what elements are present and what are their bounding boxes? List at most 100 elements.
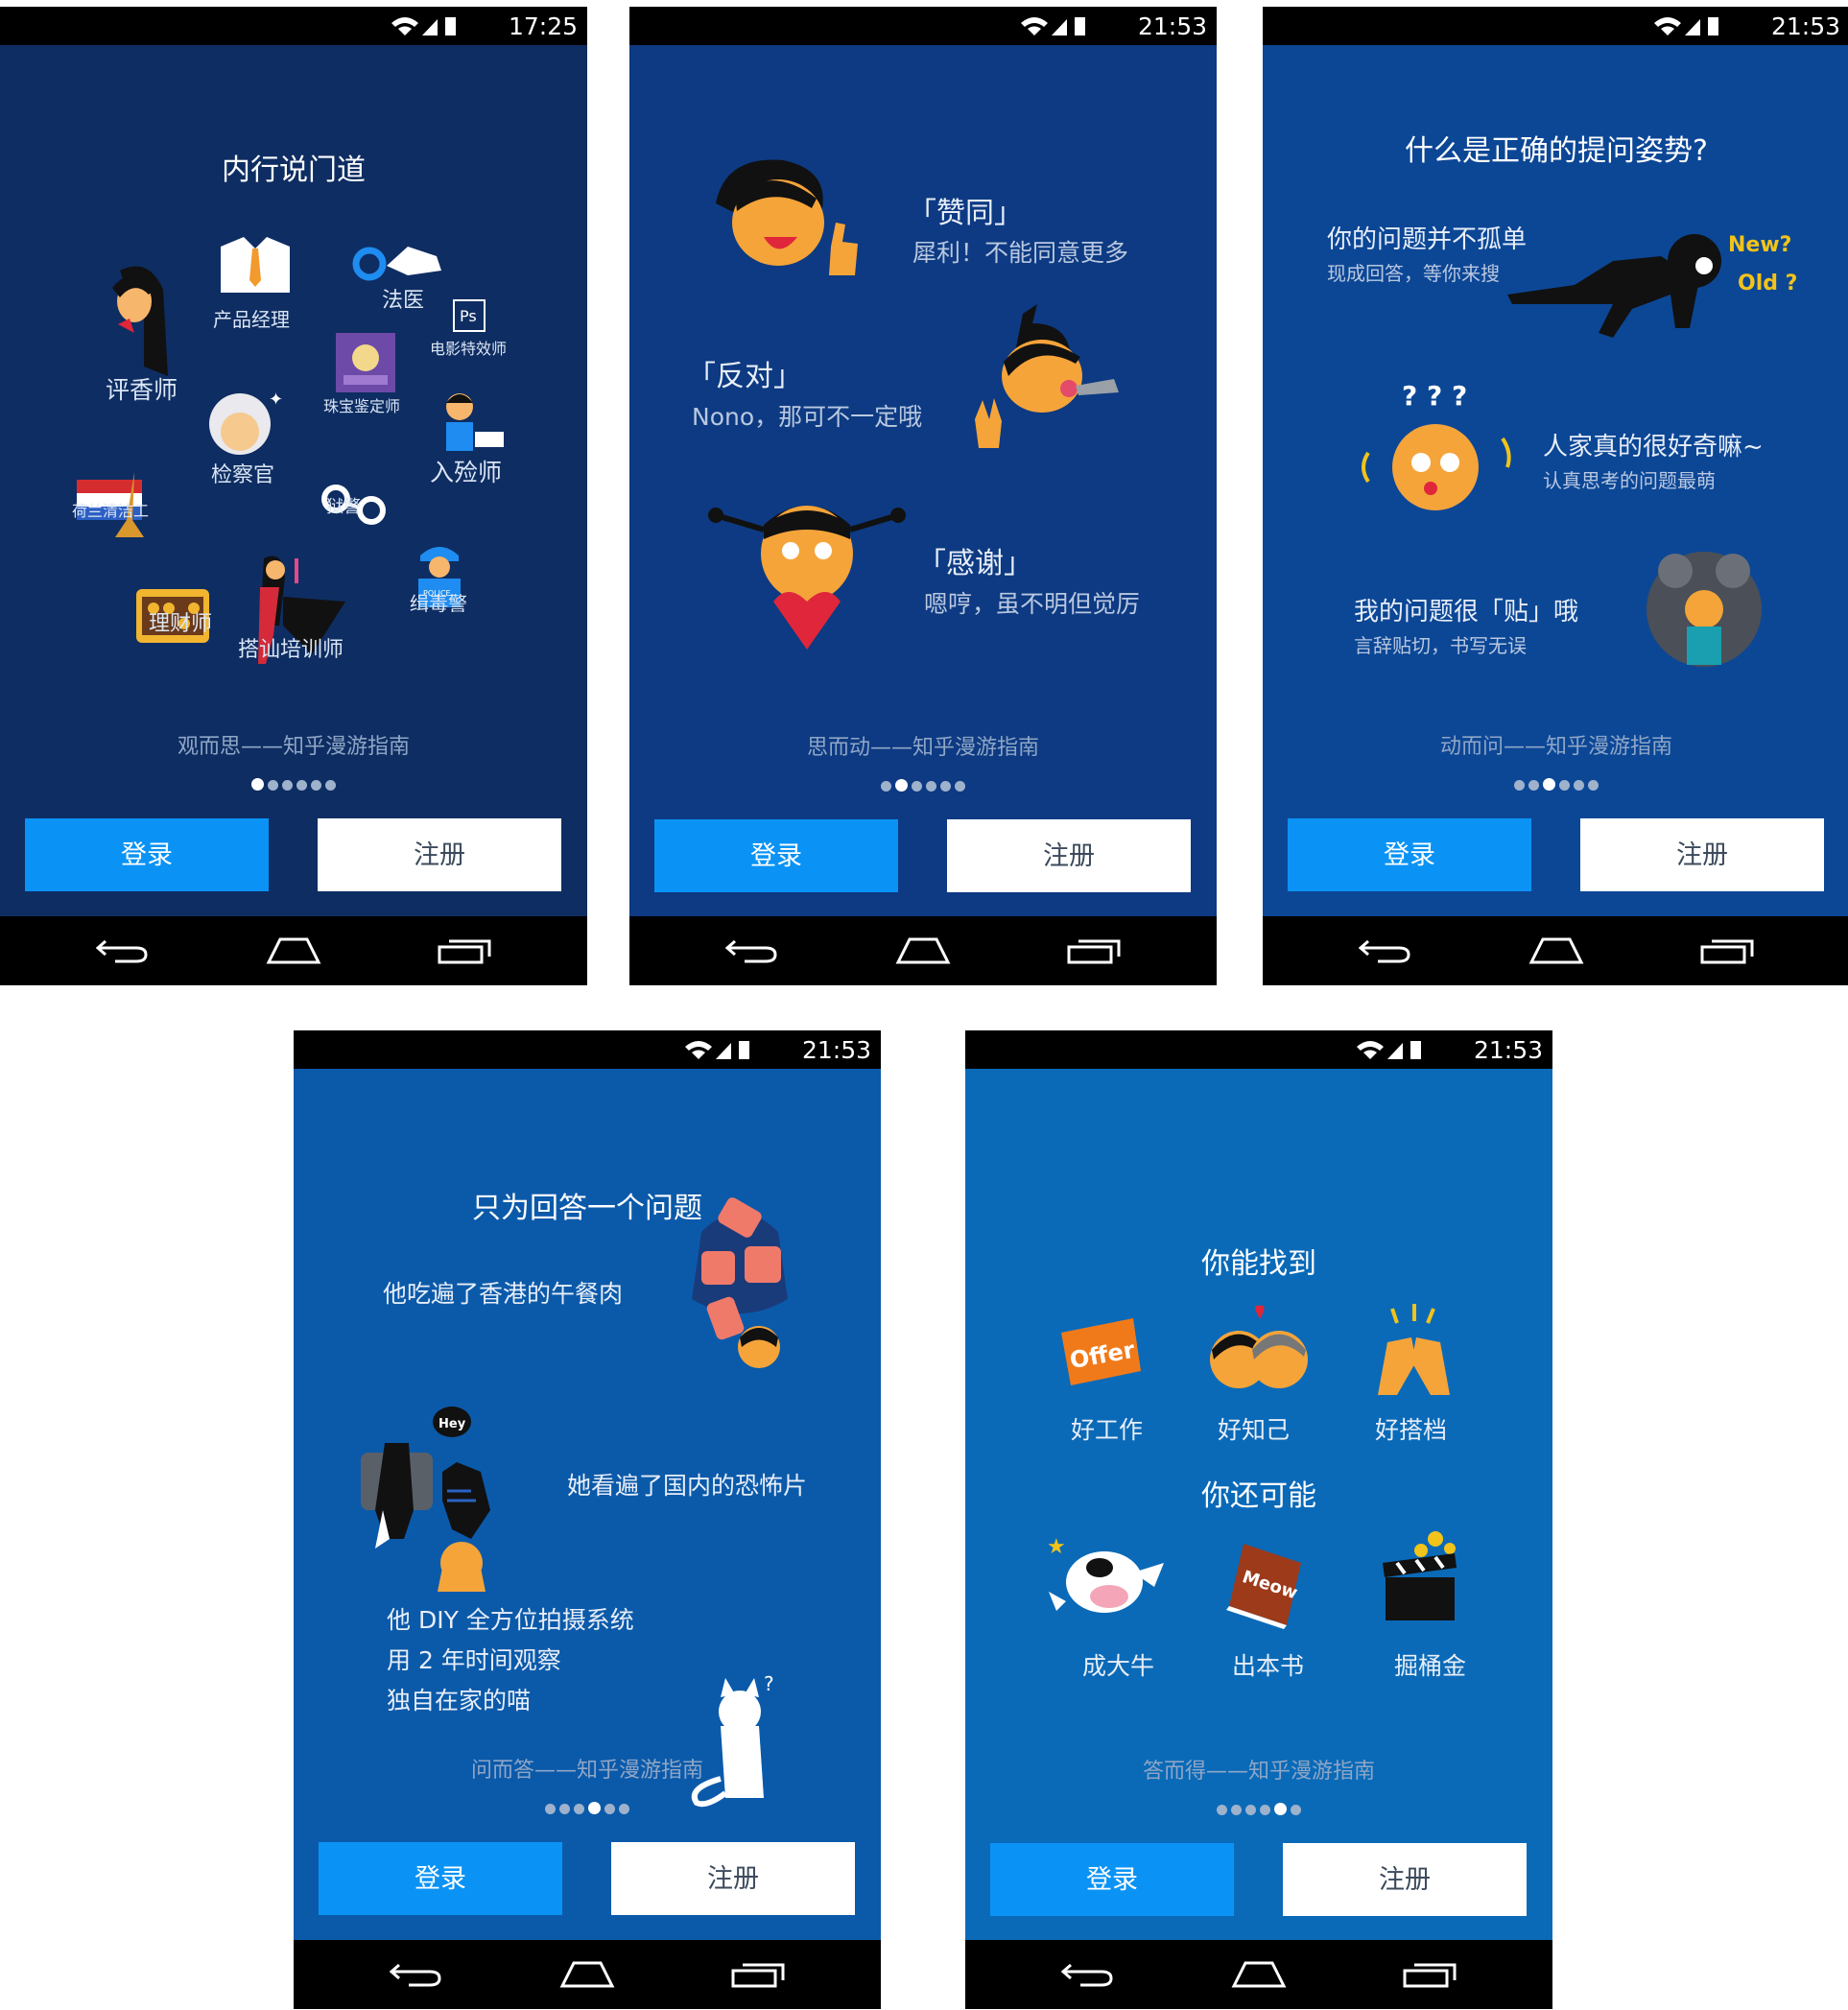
- page-dot: [282, 780, 293, 791]
- login-button[interactable]: 登录: [654, 819, 898, 892]
- question-tip-subtitle: 认真思考的问题最萌: [1543, 469, 1716, 492]
- page-dot: [895, 779, 908, 792]
- horror-movie-illustration: Hey: [361, 1407, 490, 1592]
- svg-text:★: ★: [1047, 1535, 1066, 1559]
- register-button[interactable]: 注册: [1283, 1843, 1527, 1916]
- page-dot: [268, 780, 278, 791]
- home-icon[interactable]: [1528, 935, 1585, 964]
- jeweler-illustration: [336, 333, 395, 392]
- onboarding-screen-1: 17:25 内行说门道 Ps ✦ POLICE 评香师 产品经理 法医 电影特效…: [0, 7, 587, 985]
- page-dot: [1260, 1805, 1270, 1815]
- answer-story: 他吃遍了香港的午餐肉: [383, 1280, 624, 1308]
- answer-story-line: 独自在家的喵: [387, 1687, 532, 1714]
- screen-body: 「赞同」 犀利！不能同意更多 「反对」 Nono，那可不一定哦 「感谢」 嗯哼，…: [629, 45, 1217, 916]
- page-dot: [955, 781, 965, 792]
- profession-label: 荷兰清洁工: [72, 502, 150, 520]
- back-icon[interactable]: [96, 935, 150, 964]
- new-sticker-text: New?: [1728, 233, 1791, 257]
- status-bar: 21:53: [629, 7, 1217, 45]
- status-time: 21:53: [1473, 1036, 1543, 1064]
- find-label: 好知己: [1218, 1416, 1291, 1444]
- page-dot: [1528, 780, 1539, 791]
- page-dot: [940, 781, 951, 792]
- recents-icon[interactable]: [438, 935, 493, 964]
- page-dot: [1588, 780, 1599, 791]
- recents-icon[interactable]: [1403, 1959, 1458, 1988]
- maybe-label: 出本书: [1232, 1652, 1305, 1680]
- friends-icon: [1210, 1305, 1308, 1388]
- profession-label: 电影特效师: [430, 340, 508, 358]
- profession-label: 检察官: [211, 463, 275, 487]
- page-dot: [1559, 780, 1570, 791]
- back-icon[interactable]: [1061, 1959, 1115, 1988]
- home-icon[interactable]: [1230, 1959, 1288, 1988]
- question-tip-subtitle: 言辞贴切，书写无误: [1354, 634, 1527, 657]
- page-dot: [1245, 1805, 1256, 1815]
- screen-body: 你能找到 你还可能 Offer ★ Meow 好工作 好知己 好搭档 成大牛 出…: [965, 1069, 1552, 1940]
- page-dot: [1574, 780, 1584, 791]
- page-dot: [619, 1804, 629, 1814]
- status-bar: 21:53: [294, 1030, 881, 1069]
- forensic-illustration: [352, 247, 441, 281]
- page-dot: [296, 780, 307, 791]
- back-icon[interactable]: [725, 935, 779, 964]
- page-title: 什么是正确的提问姿势?: [1405, 134, 1708, 168]
- register-button[interactable]: 注册: [1580, 818, 1824, 891]
- home-icon[interactable]: [558, 1959, 616, 1988]
- vote-down-title: 「反对」: [687, 360, 802, 393]
- cat-question-mark: ?: [764, 1673, 774, 1695]
- login-button[interactable]: 登录: [319, 1842, 562, 1915]
- answer-story: 她看遍了国内的恐怖片: [567, 1472, 808, 1500]
- navigation-bar: [1263, 916, 1848, 985]
- find-label: 好搭档: [1375, 1416, 1448, 1444]
- login-button[interactable]: 登录: [25, 818, 269, 891]
- guide-caption: 动而问——知乎漫游指南: [1439, 735, 1672, 759]
- page-indicator: [0, 776, 587, 794]
- book-icon: Meow: [1226, 1544, 1301, 1629]
- ps-icon-text: Ps: [460, 307, 477, 325]
- prosecutor-illustration: ✦: [209, 390, 283, 455]
- page-indicator: [294, 1800, 881, 1818]
- page-dot: [604, 1804, 615, 1814]
- onboarding-screen-5: 21:53 你能找到 你还可能 Offer ★ Meow 好工作 好知己 好搭档…: [965, 1030, 1552, 2009]
- page-indicator: [1263, 776, 1848, 794]
- page-dot: [881, 781, 891, 792]
- status-time: 17:25: [508, 12, 578, 40]
- page-title: 内行说门道: [222, 154, 366, 187]
- recents-icon[interactable]: [1067, 935, 1123, 964]
- clapperboard-icon: [1383, 1531, 1457, 1620]
- vote-down-subtitle: Nono，那可不一定哦: [692, 403, 923, 431]
- cow-icon: ★: [1047, 1535, 1164, 1613]
- login-button[interactable]: 登录: [1288, 818, 1531, 891]
- product-manager-illustration: [221, 237, 290, 293]
- status-time: 21:53: [1137, 12, 1207, 40]
- profession-label: 法医: [382, 289, 425, 313]
- page-dot: [251, 778, 264, 791]
- register-button[interactable]: 注册: [611, 1842, 855, 1915]
- page-indicator: [965, 1801, 1552, 1819]
- profession-label: 入殓师: [430, 459, 503, 486]
- guide-caption: 问而答——知乎漫游指南: [470, 1759, 703, 1783]
- register-button[interactable]: 注册: [947, 819, 1191, 892]
- login-button[interactable]: 登录: [990, 1843, 1234, 1916]
- home-icon[interactable]: [265, 935, 322, 964]
- recents-icon[interactable]: [1700, 935, 1756, 964]
- luncheon-meat-illustration: [692, 1197, 788, 1368]
- partner-icon: [1378, 1304, 1450, 1395]
- mortician-illustration: [446, 393, 504, 451]
- page-dot: [1217, 1805, 1227, 1815]
- back-icon[interactable]: [390, 1959, 443, 1988]
- page-dot: [545, 1804, 556, 1814]
- page-indicator: [629, 777, 1217, 795]
- home-icon[interactable]: [894, 935, 952, 964]
- signal-icon: [422, 19, 438, 35]
- back-icon[interactable]: [1359, 935, 1412, 964]
- status-bar: 21:53: [965, 1030, 1552, 1069]
- question-tip-title: 人家真的很好奇嘛~: [1543, 433, 1764, 461]
- question-tip-title: 你的问题并不孤单: [1327, 225, 1528, 254]
- recents-icon[interactable]: [731, 1959, 787, 1988]
- hey-bubble-text: Hey: [438, 1417, 466, 1431]
- register-button[interactable]: 注册: [318, 818, 561, 891]
- guide-caption: 答而得——知乎漫游指南: [1142, 1760, 1375, 1784]
- answer-story-line: 他 DIY 全方位拍摄系统: [387, 1606, 634, 1634]
